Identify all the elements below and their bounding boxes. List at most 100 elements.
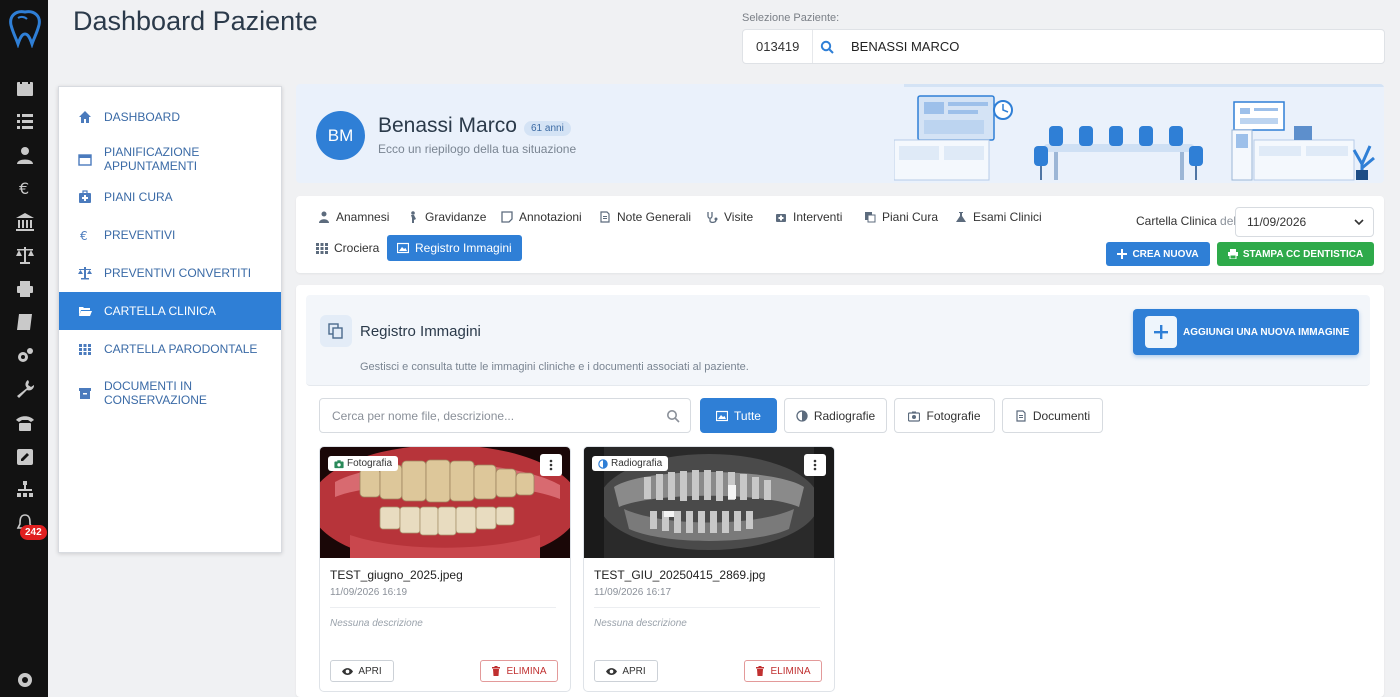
users-icon[interactable] xyxy=(14,144,36,166)
sticky-note-icon xyxy=(501,211,513,223)
tab-crociera[interactable]: Crociera xyxy=(316,236,379,260)
tab-label: Anamnesi xyxy=(336,210,390,224)
file-datetime: 11/09/2026 16:17 xyxy=(594,587,672,598)
archive-icon xyxy=(77,385,93,401)
half-circle-icon xyxy=(796,409,808,422)
sidebar-item-cartella-parodontale[interactable]: CARTELLA PARODONTALE xyxy=(59,330,281,368)
image-card[interactable]: Radiografia TEST_GIU_20250415_2869.jpg 1… xyxy=(583,446,835,692)
tag-label: Fotografia xyxy=(347,458,393,469)
sidebar-item-piani-cura[interactable]: PIANI CURA xyxy=(59,178,281,216)
settings-gears-icon[interactable] xyxy=(14,345,36,367)
file-description: Nessuna descrizione xyxy=(330,618,423,629)
filter-radiografie[interactable]: Radiografie xyxy=(784,398,887,433)
euro-icon[interactable]: € xyxy=(14,177,36,199)
balance-icon[interactable] xyxy=(14,244,36,266)
calendar-icon[interactable] xyxy=(14,77,36,99)
registro-immagini-card: Registro Immagini Gestisci e consulta tu… xyxy=(296,285,1384,697)
filter-documenti[interactable]: Documenti xyxy=(1002,398,1103,433)
filter-fotografie[interactable]: Fotografie xyxy=(894,398,995,433)
apri-button[interactable]: APRI xyxy=(594,660,658,682)
calendar-icon xyxy=(77,151,93,167)
patient-code[interactable]: 013419 xyxy=(743,30,813,63)
tab-piani-cura[interactable]: Piani Cura xyxy=(864,205,938,229)
more-options-button[interactable] xyxy=(804,454,826,476)
sitemap-icon[interactable] xyxy=(14,479,36,501)
plus-icon xyxy=(1117,249,1128,259)
elimina-button[interactable]: ELIMINA xyxy=(744,660,822,682)
grid-icon xyxy=(77,341,93,357)
filter-label: Tutte xyxy=(734,408,761,423)
cartella-tabs-card: Anamnesi Gravidanze Annotazioni Note Gen… xyxy=(296,196,1384,273)
medkit-icon xyxy=(776,214,786,222)
tab-label: Piani Cura xyxy=(882,210,939,224)
tab-note-generali[interactable]: Note Generali xyxy=(599,205,691,229)
file-description: Nessuna descrizione xyxy=(594,618,687,629)
image-icon xyxy=(716,410,729,421)
sidebar-item-label: CARTELLA PARODONTALE xyxy=(104,342,258,356)
print-icon xyxy=(1227,249,1238,259)
tab-label: Visite xyxy=(724,210,754,224)
apri-label: APRI xyxy=(358,665,382,677)
sidebar-item-label: PREVENTIVI xyxy=(104,228,176,242)
tab-label: Registro Immagini xyxy=(415,241,512,255)
tag-radiografia: Radiografia xyxy=(592,456,669,471)
patient-name-field[interactable]: BENASSI MARCO xyxy=(841,39,959,54)
list-icon[interactable] xyxy=(14,110,36,132)
patient-selector-label: Selezione Paziente: xyxy=(742,12,840,24)
icon-rail: € 242 xyxy=(0,0,48,697)
aggiungi-immagine-button[interactable]: AGGIUNGI UNA NUOVA IMMAGINE xyxy=(1133,309,1359,355)
sidebar-item-dashboard[interactable]: DASHBOARD xyxy=(59,97,281,137)
stethoscope-icon xyxy=(707,212,718,223)
search-input[interactable]: Cerca per nome file, descrizione... xyxy=(319,398,691,433)
tab-gravidanze[interactable]: Gravidanze xyxy=(407,205,486,229)
tab-interventi[interactable]: Interventi xyxy=(775,205,842,229)
sidebar-item-label: DASHBOARD xyxy=(104,110,181,124)
search-icon[interactable] xyxy=(813,40,841,54)
elimina-button[interactable]: ELIMINA xyxy=(480,660,558,682)
aggiungi-immagine-label: AGGIUNGI UNA NUOVA IMMAGINE xyxy=(1183,326,1350,338)
sidebar-item-label: PIANIFICAZIONE APPUNTAMENTI xyxy=(104,145,200,173)
cartella-date-select[interactable]: 11/09/2026 xyxy=(1235,207,1374,237)
kebab-icon xyxy=(549,459,553,471)
divider xyxy=(594,607,820,608)
tab-registro-immagini[interactable]: Registro Immagini xyxy=(387,235,522,261)
kebab-icon xyxy=(813,459,817,471)
cartella-del-text: del xyxy=(1220,214,1237,228)
phone-icon[interactable] xyxy=(14,412,36,434)
edit-icon[interactable] xyxy=(14,446,36,468)
tab-visite[interactable]: Visite xyxy=(706,205,753,229)
stampa-cc-button[interactable]: STAMPA CC DENTISTICA xyxy=(1217,242,1374,266)
more-options-button[interactable] xyxy=(540,454,562,476)
filter-tutte[interactable]: Tutte xyxy=(700,398,777,433)
tooth-logo-icon[interactable] xyxy=(6,8,44,49)
elimina-label: ELIMINA xyxy=(506,665,547,677)
page-title: Dashboard Paziente xyxy=(73,6,318,36)
print-icon[interactable] xyxy=(14,278,36,300)
patient-selector[interactable]: 013419 BENASSI MARCO xyxy=(742,29,1385,64)
tab-label: Annotazioni xyxy=(519,210,582,224)
pregnant-icon xyxy=(411,211,416,223)
home-icon xyxy=(77,109,93,125)
gear-icon[interactable] xyxy=(14,669,36,691)
image-card[interactable]: Fotografia TEST_giugno_2025.jpeg 11/09/2… xyxy=(319,446,571,692)
tab-annotazioni[interactable]: Annotazioni xyxy=(501,205,582,229)
apri-button[interactable]: APRI xyxy=(330,660,394,682)
bank-icon[interactable] xyxy=(14,211,36,233)
sidebar-item-cartella-clinica[interactable]: CARTELLA CLINICA xyxy=(59,292,281,330)
tab-esami-clinici[interactable]: Esami Clinici xyxy=(955,205,1042,229)
sidebar-item-pianificazione-appuntamenti[interactable]: PIANIFICAZIONE APPUNTAMENTI xyxy=(59,137,281,181)
sidebar-item-documenti-in-conservazione[interactable]: DOCUMENTI IN CONSERVAZIONE xyxy=(59,371,281,415)
file-datetime: 11/09/2026 16:19 xyxy=(330,587,408,598)
notification-badge[interactable]: 242 xyxy=(20,525,47,540)
tab-anamnesi[interactable]: Anamnesi xyxy=(318,205,389,229)
sidebar-item-preventivi-convertiti[interactable]: PREVENTIVI CONVERTITI xyxy=(59,254,281,292)
book-icon[interactable] xyxy=(14,311,36,333)
file-icon xyxy=(1016,409,1026,422)
wrench-icon[interactable] xyxy=(14,378,36,400)
sidebar-item-preventivi[interactable]: € PREVENTIVI xyxy=(59,216,281,254)
medkit-icon xyxy=(77,189,93,205)
tag-label: Radiografia xyxy=(611,458,663,469)
plus-icon xyxy=(1145,316,1177,348)
crea-nuova-button[interactable]: CREA NUOVA xyxy=(1106,242,1210,266)
registro-title: Registro Immagini xyxy=(360,323,481,340)
